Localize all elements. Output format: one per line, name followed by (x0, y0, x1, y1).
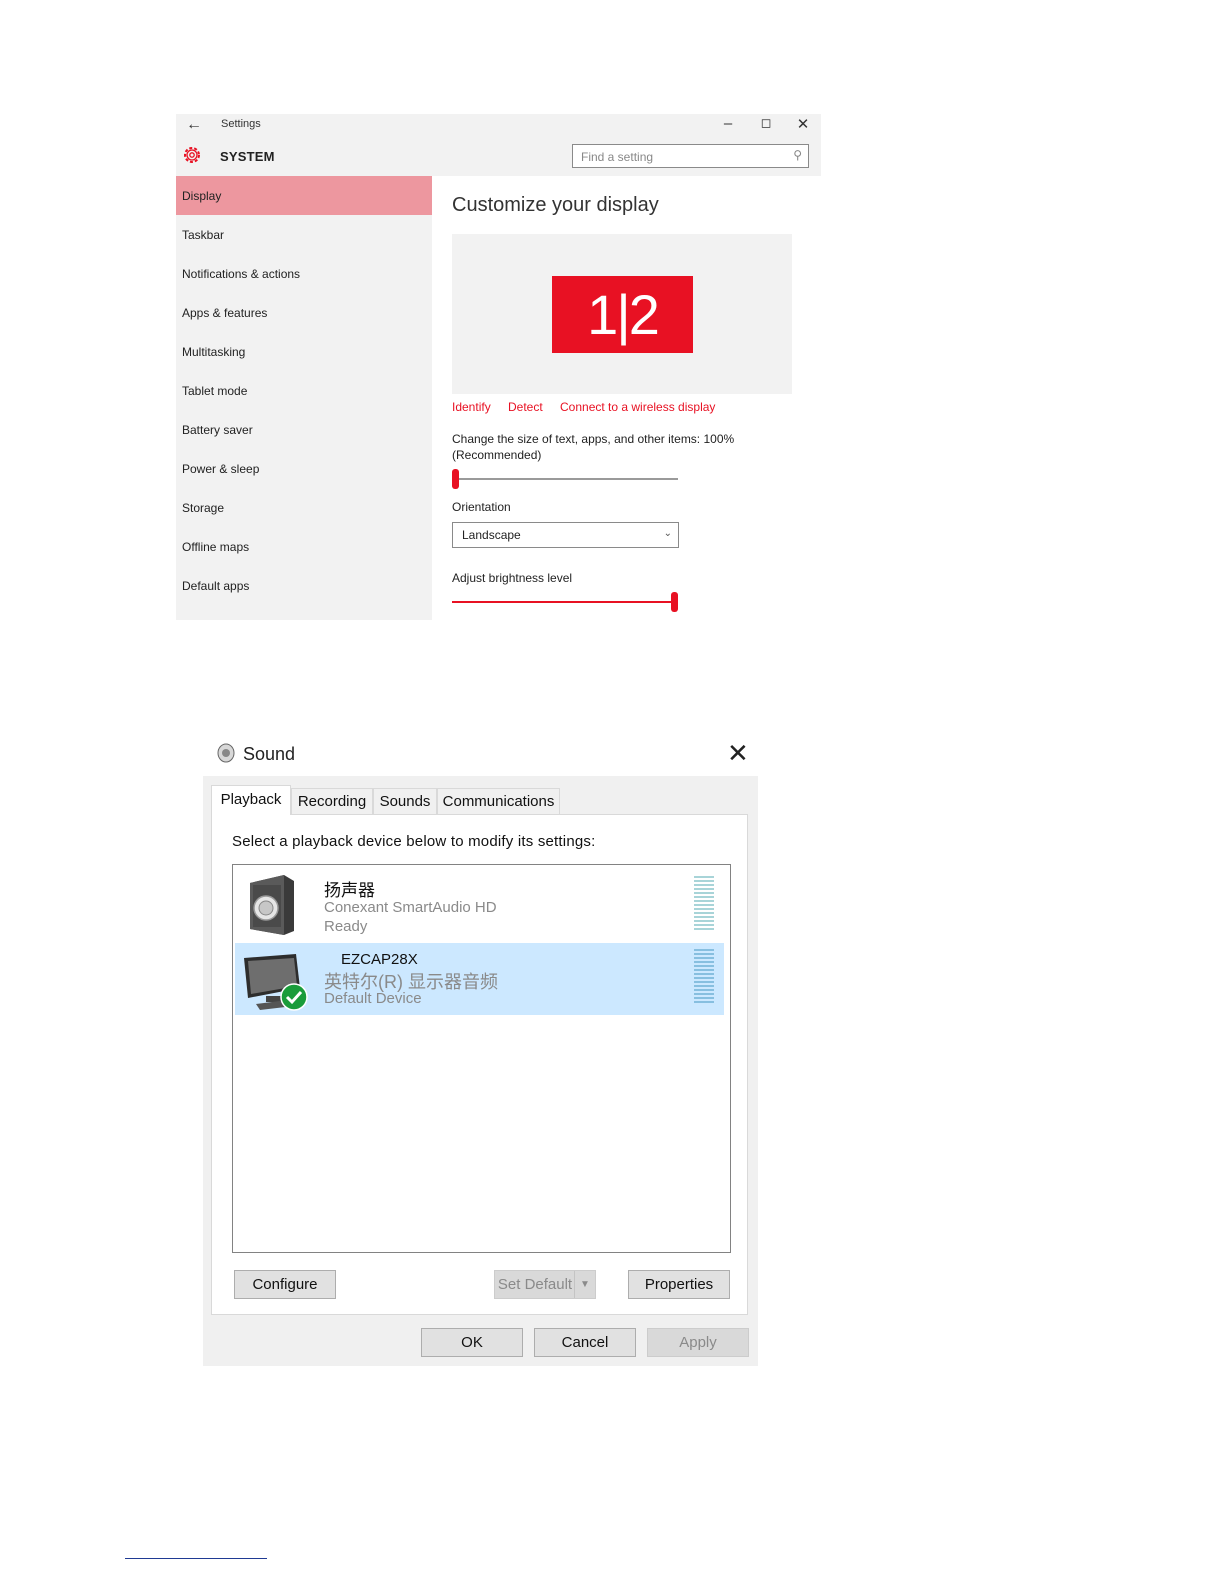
brightness-label: Adjust brightness level (452, 571, 573, 585)
device-name: 扬声器 (324, 881, 375, 900)
detect-link[interactable]: Detect (508, 400, 543, 414)
device-list[interactable]: 扬声器 Conexant SmartAudio HD Ready EZCAP28… (232, 864, 731, 1253)
default-check-icon (280, 983, 308, 1011)
sidebar-item-notifications[interactable]: Notifications & actions (176, 254, 432, 293)
sidebar-item-tablet-mode[interactable]: Tablet mode (176, 371, 432, 410)
sidebar-item-display[interactable]: Display (176, 176, 432, 215)
cancel-button[interactable]: Cancel (534, 1328, 636, 1357)
scale-label-recommended: (Recommended) (452, 448, 542, 462)
search-icon[interactable]: ⚲ (793, 148, 802, 162)
sidebar-item-multitasking[interactable]: Multitasking (176, 332, 432, 371)
section-title: SYSTEM (220, 149, 275, 164)
apply-button[interactable]: Apply (647, 1328, 749, 1357)
monitor-tile[interactable]: 1|2 (552, 276, 693, 353)
minimize-icon[interactable]: – (718, 115, 738, 132)
list-item-selected[interactable]: EZCAP28X 英特尔(R) 显示器音频 Default Device (235, 943, 724, 1015)
volume-meter (694, 876, 714, 932)
device-status: Ready (324, 918, 368, 935)
device-name: EZCAP28X (341, 951, 418, 968)
gear-icon (184, 147, 200, 163)
sidebar-item-battery-saver[interactable]: Battery saver (176, 410, 432, 449)
sidebar-item-offline-maps[interactable]: Offline maps (176, 527, 432, 566)
tab-recording[interactable]: Recording (291, 788, 373, 814)
speaker-app-icon (217, 743, 235, 763)
instruction-text: Select a playback device below to modify… (232, 833, 596, 850)
close-icon[interactable]: ✕ (727, 738, 749, 769)
sidebar-item-storage[interactable]: Storage (176, 488, 432, 527)
orientation-label: Orientation (452, 500, 511, 514)
ok-button[interactable]: OK (421, 1328, 523, 1357)
identify-link[interactable]: Identify (452, 400, 491, 414)
maximize-icon[interactable]: ◻ (756, 115, 776, 131)
settings-window: ← Settings – ◻ ✕ SYSTEM Find a setting ⚲… (176, 114, 821, 620)
set-default-button[interactable]: Set Default ▼ (494, 1270, 596, 1299)
sidebar-item-power-sleep[interactable]: Power & sleep (176, 449, 432, 488)
close-icon[interactable]: ✕ (793, 115, 813, 133)
configure-button[interactable]: Configure (234, 1270, 336, 1299)
sound-titlebar: Sound ✕ (203, 732, 758, 776)
back-arrow-icon[interactable]: ← (186, 116, 202, 134)
tab-communications[interactable]: Communications (437, 788, 560, 814)
settings-titlebar: ← Settings – ◻ ✕ SYSTEM Find a setting ⚲ (176, 114, 821, 176)
sidebar-item-taskbar[interactable]: Taskbar (176, 215, 432, 254)
search-placeholder: Find a setting (581, 150, 654, 164)
playback-panel: Select a playback device below to modify… (211, 814, 748, 1315)
settings-sidebar: Display Taskbar Notifications & actions … (176, 176, 432, 620)
scale-slider-thumb[interactable] (452, 469, 459, 489)
device-driver: Conexant SmartAudio HD (324, 899, 497, 916)
tab-sounds[interactable]: Sounds (373, 788, 437, 814)
set-default-label: Set Default (497, 1276, 573, 1293)
volume-meter (694, 949, 714, 1005)
scale-slider[interactable] (452, 478, 678, 480)
window-title: Settings (221, 118, 261, 130)
tab-playback[interactable]: Playback (211, 785, 291, 815)
display-arrangement: 1|2 (452, 234, 792, 394)
dropdown-arrow-icon[interactable]: ▼ (574, 1271, 595, 1298)
brightness-slider-thumb[interactable] (671, 592, 678, 612)
list-item[interactable]: 扬声器 Conexant SmartAudio HD Ready (235, 868, 724, 940)
orientation-dropdown[interactable]: Landscape ⌄ (452, 522, 679, 548)
sound-body: Playback Recording Sounds Communications… (203, 776, 758, 1366)
device-status: Default Device (324, 990, 422, 1007)
wireless-display-link[interactable]: Connect to a wireless display (560, 400, 715, 414)
properties-button[interactable]: Properties (628, 1270, 730, 1299)
scale-label: Change the size of text, apps, and other… (452, 432, 735, 446)
sound-dialog: Sound ✕ Playback Recording Sounds Commun… (203, 732, 758, 1366)
divider (125, 1558, 267, 1559)
sidebar-item-default-apps[interactable]: Default apps (176, 566, 432, 605)
sidebar-item-apps[interactable]: Apps & features (176, 293, 432, 332)
brightness-slider[interactable] (452, 601, 678, 603)
speaker-icon (250, 875, 294, 935)
chevron-down-icon: ⌄ (663, 528, 672, 539)
dialog-title: Sound (243, 744, 296, 764)
search-input[interactable]: Find a setting ⚲ (572, 144, 809, 168)
orientation-value: Landscape (462, 528, 521, 542)
page-title: Customize your display (452, 194, 659, 216)
